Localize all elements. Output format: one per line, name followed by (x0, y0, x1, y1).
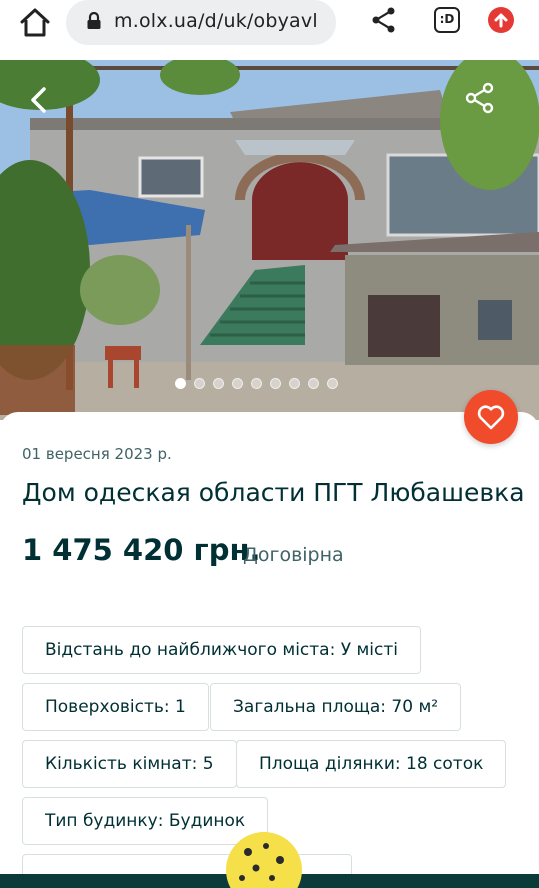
listing-date: 01 вересня 2023 р. (22, 445, 172, 463)
param-chip: Відстань до найближчого міста: У місті (22, 626, 422, 674)
house-photo (0, 60, 539, 420)
gallery-pagination (175, 378, 338, 389)
back-arrow-icon[interactable] (26, 86, 54, 114)
photo-gallery[interactable] (0, 60, 539, 420)
param-chip: Поверховість: 1 (22, 683, 209, 731)
param-chip: Загальна площа: 70 м² (210, 683, 462, 731)
address-bar[interactable]: m.olx.ua/d/uk/obyavl (66, 0, 336, 45)
tabs-button[interactable]: :D (434, 7, 460, 33)
gallery-dot[interactable] (327, 378, 338, 389)
param-chip: Тип будинку: Будинок (22, 797, 269, 845)
gallery-dot[interactable] (175, 378, 186, 389)
gallery-dot[interactable] (289, 378, 300, 389)
favorite-button[interactable] (464, 390, 518, 444)
url-text: m.olx.ua/d/uk/obyavl (114, 10, 318, 32)
heart-icon (477, 405, 505, 430)
gallery-dot[interactable] (232, 378, 243, 389)
upload-icon[interactable] (488, 7, 514, 33)
gallery-dot[interactable] (194, 378, 205, 389)
gallery-dot[interactable] (270, 378, 281, 389)
share-icon[interactable] (370, 6, 398, 34)
listing-title: Дом одеская области ПГТ Любашевка (22, 478, 525, 507)
gallery-dot[interactable] (308, 378, 319, 389)
share-icon[interactable] (464, 82, 496, 114)
param-chip: Площа ділянки: 18 соток (236, 740, 507, 788)
listing-price: 1 475 420 грн. (22, 533, 261, 567)
gallery-dot[interactable] (251, 378, 262, 389)
gallery-dot[interactable] (213, 378, 224, 389)
browser-toolbar: m.olx.ua/d/uk/obyavl :D (0, 0, 539, 60)
param-chip: Кількість кімнат: 5 (22, 740, 237, 788)
lock-icon (87, 12, 101, 29)
negotiable-label: Договірна (243, 544, 344, 566)
home-icon[interactable] (18, 6, 52, 40)
